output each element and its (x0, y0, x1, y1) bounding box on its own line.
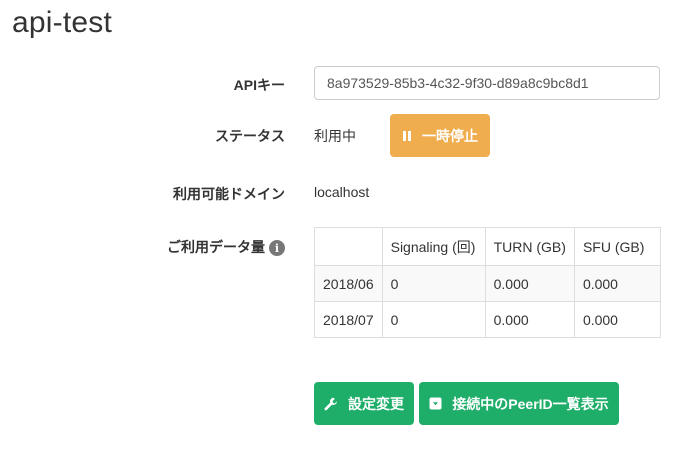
table-row: 2018/06 0 0.000 0.000 (314, 265, 662, 302)
domains-label: 利用可能ドメイン (173, 186, 285, 202)
table-cell: 2018/07 (314, 301, 383, 338)
table-header-cell: SFU (GB) (573, 227, 662, 266)
table-row: 2018/07 0 0.000 0.000 (314, 301, 662, 338)
status-value: 利用中 (314, 128, 356, 144)
settings-button[interactable]: 設定変更 (314, 382, 414, 425)
peers-list-button[interactable]: 接続中のPeerID一覧表示 (419, 382, 619, 425)
table-header-row: Signaling (回) TURN (GB) SFU (GB) (314, 227, 662, 266)
pause-button[interactable]: 一時停止 (390, 114, 490, 157)
pause-icon (402, 130, 412, 142)
status-label: ステータス (215, 128, 285, 144)
table-header-cell: TURN (GB) (484, 227, 575, 266)
api-key-field[interactable] (314, 66, 660, 100)
settings-button-label: 設定変更 (348, 395, 404, 412)
table-header-cell (314, 227, 383, 266)
page-title: api-test (12, 6, 112, 39)
info-icon[interactable]: i (269, 240, 285, 257)
usage-label: ご利用データ量 (167, 239, 265, 255)
download-box-icon (429, 397, 442, 410)
pause-button-label: 一時停止 (422, 127, 478, 144)
table-cell: 0 (381, 265, 486, 302)
table-cell: 0.000 (573, 265, 662, 302)
table-header-cell: Signaling (回) (381, 227, 486, 266)
table-cell: 0.000 (484, 301, 575, 338)
usage-table: Signaling (回) TURN (GB) SFU (GB) 2018/06… (314, 227, 662, 338)
api-key-label: APIキー (233, 77, 285, 93)
table-cell: 2018/06 (314, 265, 383, 302)
domains-value: localhost (314, 184, 370, 200)
wrench-icon (324, 397, 338, 411)
table-cell: 0.000 (484, 265, 575, 302)
peers-list-button-label: 接続中のPeerID一覧表示 (452, 395, 609, 412)
table-cell: 0.000 (573, 301, 662, 338)
usage-label-row: ご利用データ量 i (167, 237, 285, 257)
table-cell: 0 (381, 301, 486, 338)
